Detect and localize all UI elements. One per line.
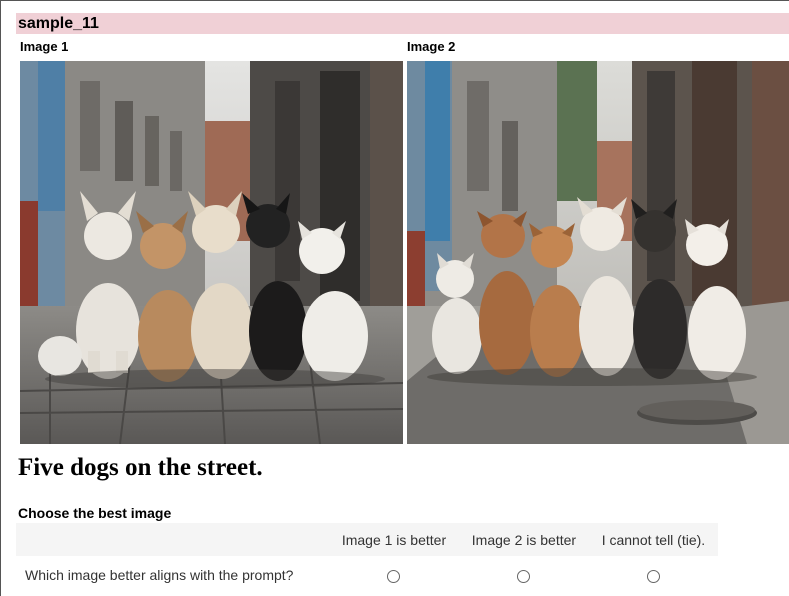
frame-border-top <box>0 0 789 1</box>
radio-image-1-better[interactable] <box>387 569 401 583</box>
image-2-photo <box>407 61 789 444</box>
prompt-text: Five dogs on the street. <box>18 454 263 481</box>
option-image-1-header: Image 1 is better <box>329 523 459 556</box>
option-tie-header: I cannot tell (tie). <box>588 523 718 556</box>
image-1-photo <box>20 61 403 444</box>
image-2-label: Image 2 <box>407 39 456 54</box>
image-1-label: Image 1 <box>20 39 69 54</box>
survey-question: Which image better aligns with the promp… <box>16 556 329 594</box>
survey-header-empty <box>16 523 329 556</box>
survey-question-row: Which image better aligns with the promp… <box>16 556 718 594</box>
survey-header-row: Image 1 is better Image 2 is better I ca… <box>16 523 718 556</box>
radio-tie[interactable] <box>646 569 660 583</box>
radio-cell-tie <box>588 556 718 594</box>
frame-border-left <box>0 0 1 596</box>
sample-title: sample_11 <box>16 13 789 34</box>
survey-table: Image 1 is better Image 2 is better I ca… <box>16 523 718 594</box>
option-image-2-header: Image 2 is better <box>458 523 589 556</box>
radio-cell-image-2 <box>458 556 589 594</box>
radio-cell-image-1 <box>329 556 459 594</box>
radio-image-2-better[interactable] <box>517 569 531 583</box>
survey-title: Choose the best image <box>18 505 172 521</box>
